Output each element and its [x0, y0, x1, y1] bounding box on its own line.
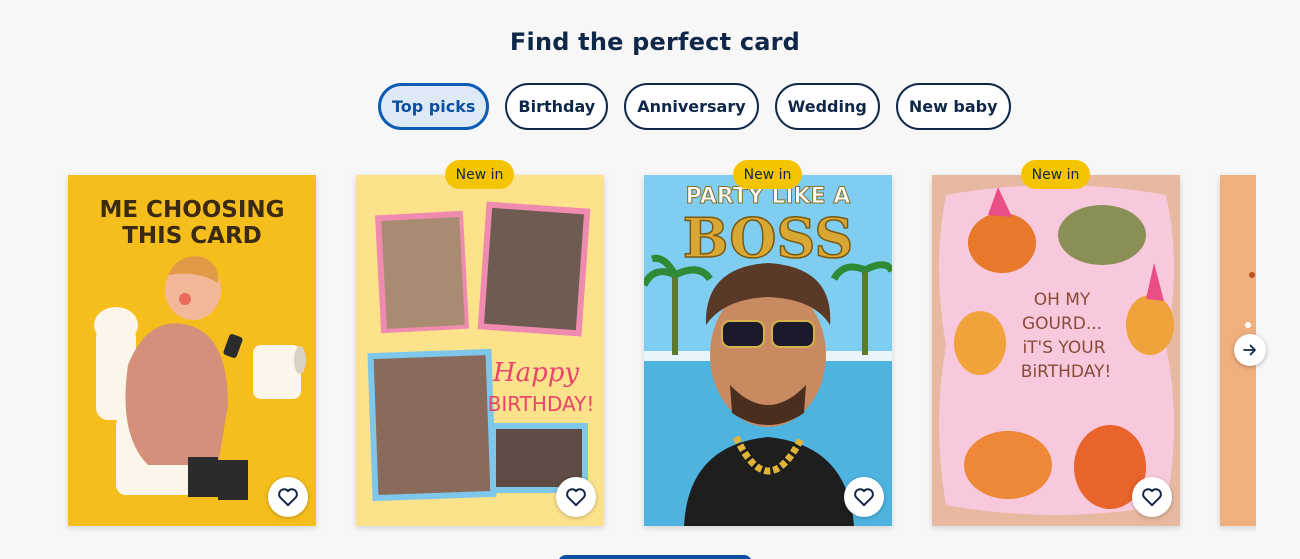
- card-art-line: BiRTHDAY!: [1021, 362, 1111, 382]
- tab-anniversary[interactable]: Anniversary: [624, 83, 759, 130]
- new-in-badge: New in: [1021, 160, 1090, 189]
- tab-wedding[interactable]: Wedding: [774, 83, 880, 130]
- card-art-line: OH MY: [1034, 290, 1091, 310]
- card-artwork: PARTY LIKE A BOSS: [644, 175, 892, 526]
- tab-top-picks[interactable]: Top picks: [378, 83, 490, 130]
- arrow-right-icon: [1243, 344, 1256, 356]
- tab-birthday[interactable]: Birthday: [505, 83, 609, 130]
- favourite-button[interactable]: [268, 477, 308, 517]
- page-title: Find the perfect card: [509, 28, 801, 56]
- view-all-button[interactable]: [558, 555, 752, 559]
- tab-new-baby[interactable]: New baby: [895, 83, 1011, 130]
- card-carousel: ME CHOOSING THIS CARD Happy BIRTHDAY! Ne…: [0, 160, 1256, 540]
- carousel-next-button[interactable]: [1234, 334, 1266, 366]
- heart-outline-icon: [566, 488, 586, 507]
- card-party-like-a-boss[interactable]: PARTY LIKE A BOSS: [644, 175, 892, 526]
- favourite-button[interactable]: [844, 477, 884, 517]
- favourite-button[interactable]: [556, 477, 596, 517]
- card-art-line: THIS CARD: [122, 223, 262, 249]
- card-artwork: Happy BIRTHDAY!: [356, 175, 604, 526]
- card-art-line: iT'S YOUR: [1022, 338, 1105, 358]
- card-oh-my-gourd[interactable]: OH MY GOURD... iT'S YOUR BiRTHDAY!: [932, 175, 1180, 526]
- heart-outline-icon: [854, 488, 874, 507]
- heart-outline-icon: [278, 488, 298, 507]
- card-me-choosing[interactable]: ME CHOOSING THIS CARD: [68, 175, 316, 526]
- card-art-line: ME CHOOSING: [99, 197, 284, 223]
- heart-outline-icon: [1142, 488, 1162, 507]
- favourite-button[interactable]: [1132, 477, 1172, 517]
- card-art-line: BOSS: [683, 206, 854, 270]
- card-artwork: ME CHOOSING THIS CARD: [68, 175, 316, 526]
- card-art-line: Happy: [492, 358, 579, 388]
- new-in-badge: New in: [733, 160, 802, 189]
- card-art-line: BIRTHDAY!: [488, 392, 595, 416]
- card-art-line: GOURD...: [1022, 314, 1102, 334]
- category-tabs: Top picks Birthday Anniversary Wedding N…: [378, 83, 1011, 130]
- card-artwork: OH MY GOURD... iT'S YOUR BiRTHDAY!: [932, 175, 1180, 526]
- new-in-badge: New in: [445, 160, 514, 189]
- card-happy-birthday-photos[interactable]: Happy BIRTHDAY!: [356, 175, 604, 526]
